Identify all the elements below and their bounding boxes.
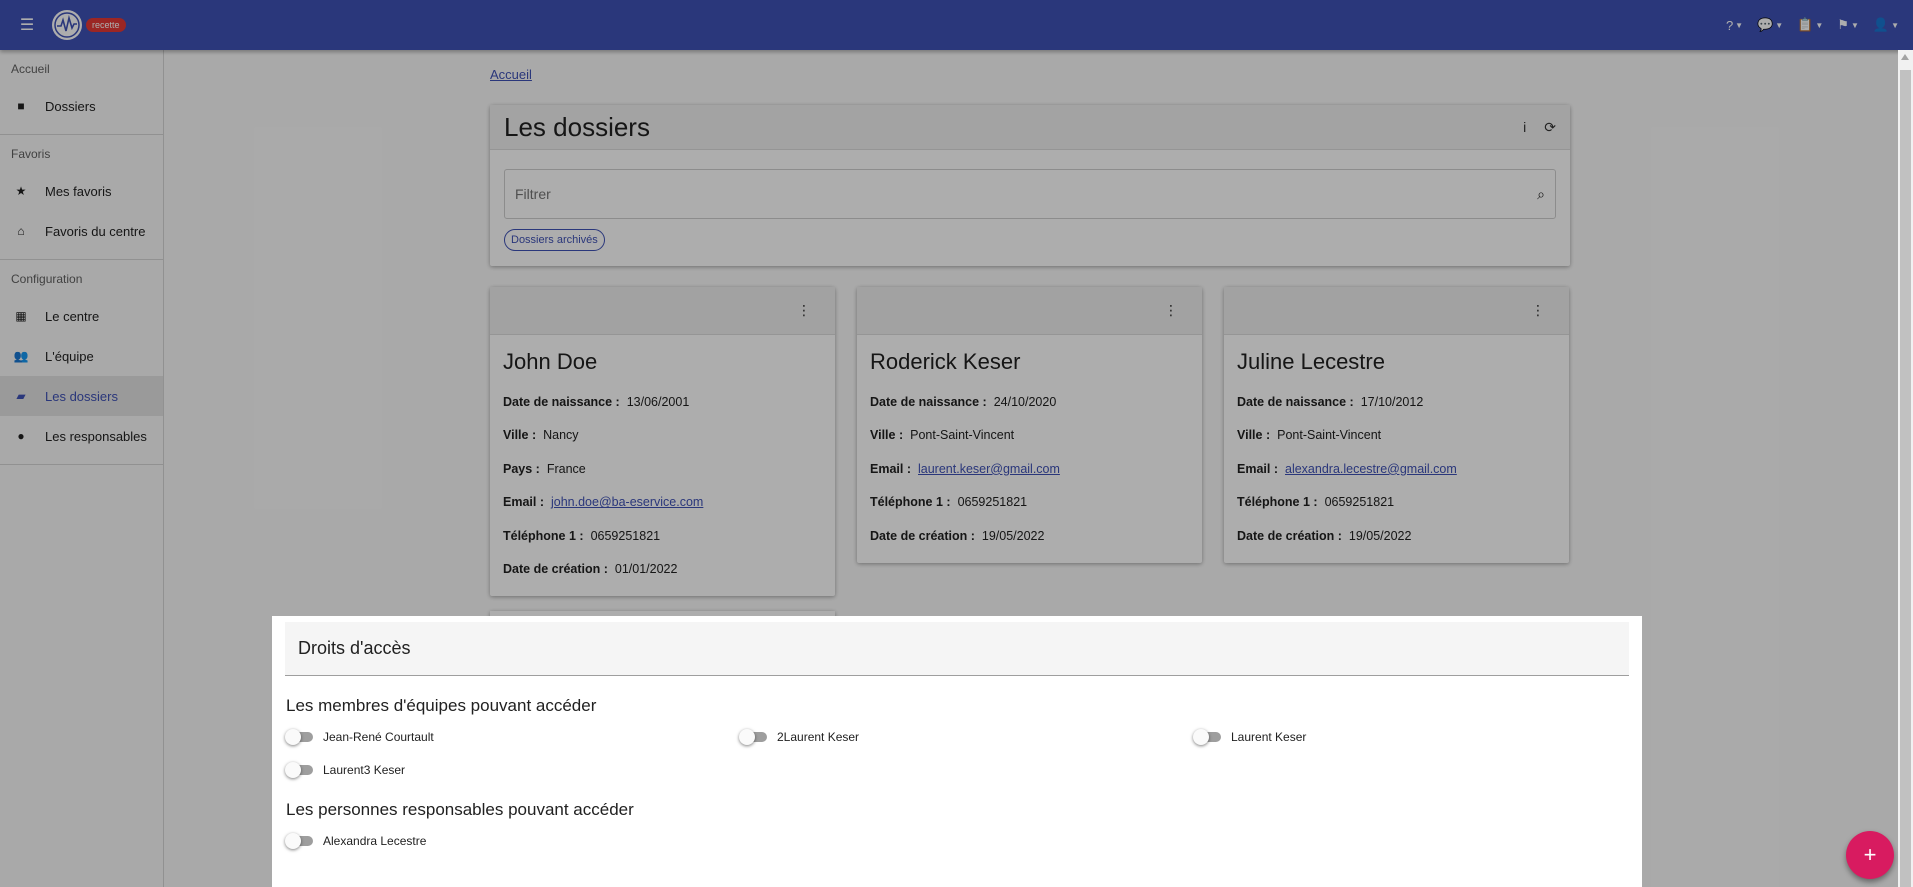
responsables-list: Alexandra Lecestre [285,824,1629,857]
team-member-toggle-item[interactable]: 2Laurent Keser [739,720,1193,753]
member-name: Laurent Keser [1231,729,1307,744]
team-member-toggle-item[interactable]: Jean-René Courtault [285,720,739,753]
team-section-title: Les membres d'équipes pouvant accéder [286,696,597,715]
team-member-toggle-item[interactable]: Laurent Keser [1193,720,1647,753]
dialog-header: Droits d'accès [285,622,1629,676]
access-toggle[interactable] [1193,728,1221,745]
team-member-toggle-item[interactable]: Laurent3 Keser [285,753,739,786]
member-name: 2Laurent Keser [777,729,860,744]
member-name: Jean-René Courtault [323,729,434,744]
plus-icon: + [1863,842,1877,867]
access-toggle[interactable] [739,728,767,745]
responsable-name: Alexandra Lecestre [323,833,427,848]
access-toggle[interactable] [285,761,313,778]
add-button[interactable]: + [1846,831,1894,879]
access-toggle[interactable] [285,728,313,745]
dialog-title: Droits d'accès [298,638,411,658]
access-toggle[interactable] [285,832,313,849]
member-name: Laurent3 Keser [323,762,406,777]
scroll-thumb[interactable] [1900,70,1911,887]
responsable-toggle-item[interactable]: Alexandra Lecestre [285,824,739,857]
responsables-section-title: Les personnes responsables pouvant accéd… [286,800,634,819]
access-rights-dialog: Droits d'accès Les membres d'équipes pou… [272,616,1642,887]
page-scrollbar[interactable] [1898,50,1913,887]
team-members-list: Jean-René Courtault 2Laurent Keser Laure… [285,720,1629,786]
scroll-up-arrow-icon[interactable] [1901,54,1909,60]
